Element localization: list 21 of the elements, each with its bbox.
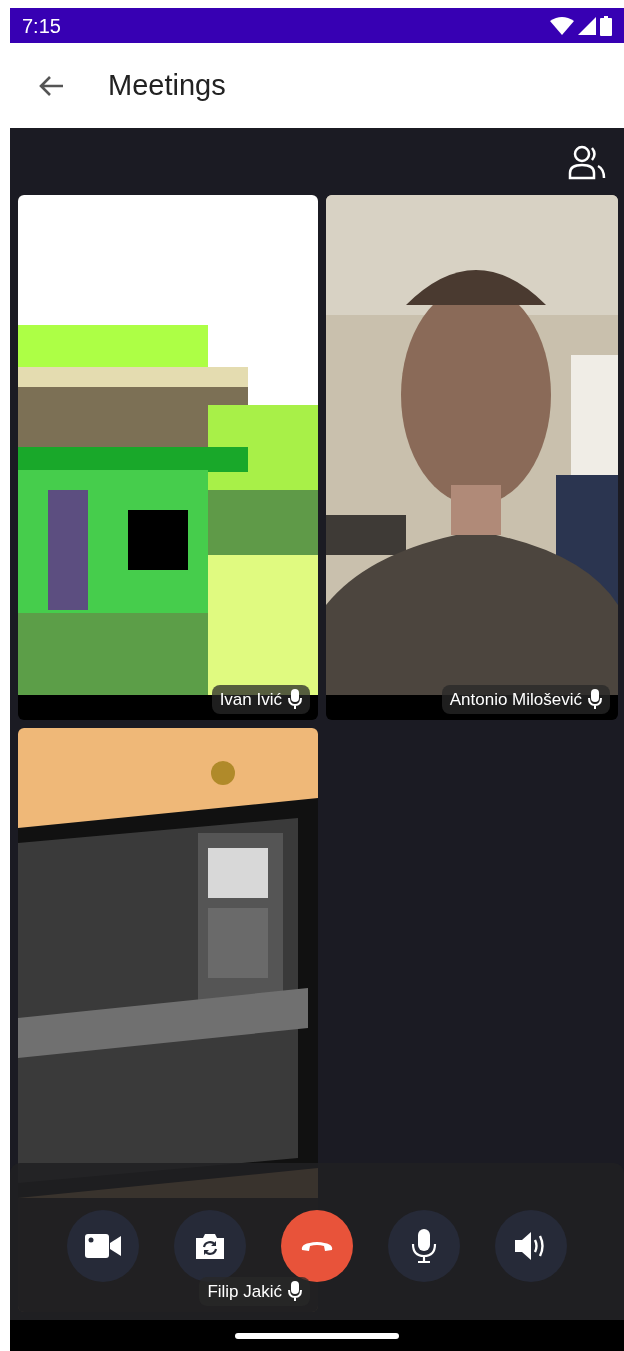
speaker-icon — [515, 1231, 547, 1261]
back-arrow-icon[interactable] — [38, 74, 64, 97]
microphone-icon — [411, 1229, 437, 1263]
participant-name: Filip Jakić — [207, 1280, 282, 1303]
switch-camera-icon — [194, 1232, 226, 1260]
microphone-icon — [288, 689, 302, 710]
video-tile[interactable]: Ivan Ivić — [18, 195, 318, 720]
microphone-icon — [288, 1281, 302, 1302]
hang-up-icon — [300, 1239, 334, 1253]
status-time: 7:15 — [22, 13, 61, 39]
microphone-icon — [588, 689, 602, 710]
signal-icon — [578, 16, 596, 35]
battery-icon — [600, 15, 612, 36]
participant-name: Ivan Ivić — [219, 688, 282, 711]
participant-name: Antonio Milošević — [449, 688, 582, 711]
video-tile[interactable]: Antonio Milošević — [326, 195, 618, 720]
page-title: Meetings — [108, 67, 226, 103]
video-camera-icon — [85, 1234, 121, 1258]
wifi-icon — [550, 16, 574, 35]
participants-icon[interactable] — [568, 143, 606, 180]
home-indicator[interactable] — [235, 1332, 399, 1339]
